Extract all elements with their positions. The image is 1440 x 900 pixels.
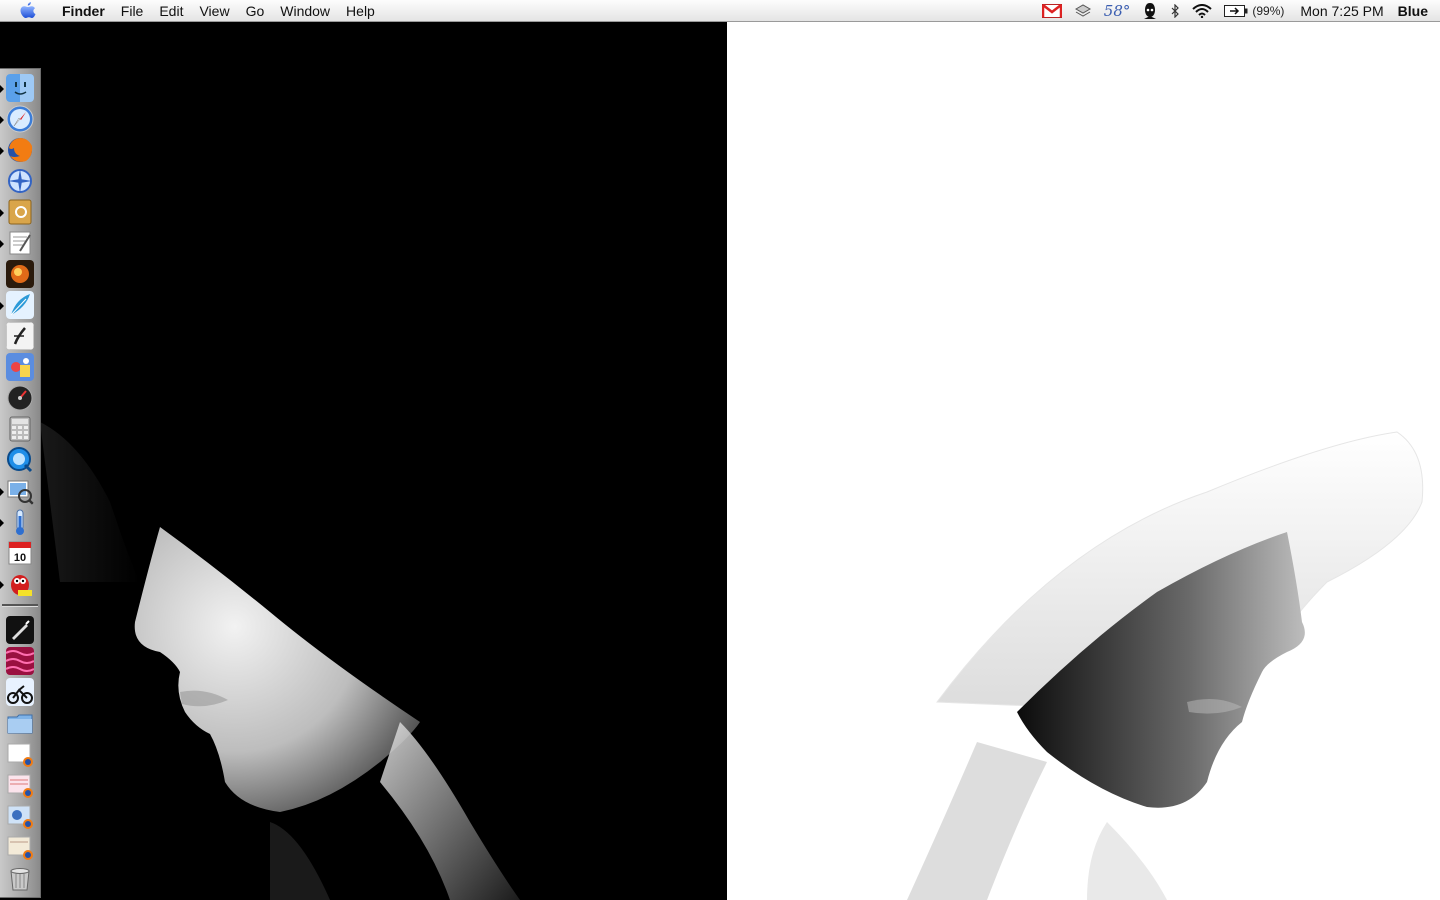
calculator-icon bbox=[9, 416, 31, 442]
dock: 10 bbox=[0, 68, 41, 898]
folder-icon bbox=[7, 714, 33, 734]
battery-percentage[interactable]: (99%) bbox=[1252, 0, 1284, 22]
speedometer-icon bbox=[7, 385, 33, 411]
dock-item-firefox-doc-1[interactable] bbox=[4, 739, 36, 769]
bluetooth-icon[interactable] bbox=[1170, 0, 1180, 22]
camino-icon bbox=[8, 169, 32, 193]
menu-go[interactable]: Go bbox=[238, 0, 273, 22]
menu-help[interactable]: Help bbox=[338, 0, 383, 22]
dock-item-pattern[interactable] bbox=[4, 646, 36, 676]
running-indicator bbox=[0, 85, 4, 93]
app-menu-finder[interactable]: Finder bbox=[54, 0, 113, 22]
dock-item-firefox-doc-3[interactable] bbox=[4, 801, 36, 831]
dock-item-ical[interactable]: 10 bbox=[4, 538, 36, 568]
running-indicator bbox=[0, 240, 4, 248]
apple-menu-icon[interactable] bbox=[18, 1, 38, 21]
dock-item-game[interactable] bbox=[4, 352, 36, 382]
menu-view[interactable]: View bbox=[191, 0, 237, 22]
thermometer-icon bbox=[16, 509, 24, 535]
dock-item-speedometer[interactable] bbox=[4, 383, 36, 413]
wallpaper-face-light bbox=[727, 22, 1440, 900]
running-indicator bbox=[0, 116, 4, 124]
incognito-icon[interactable] bbox=[1142, 0, 1158, 22]
quicktime-icon bbox=[7, 447, 33, 473]
game-icon bbox=[6, 353, 34, 381]
wallpaper-light-panel bbox=[727, 22, 1440, 900]
dock-item-quicktime[interactable] bbox=[4, 445, 36, 475]
dock-item-preview[interactable] bbox=[4, 476, 36, 506]
weather-temperature[interactable]: 58° bbox=[1104, 0, 1131, 22]
dock-item-feather[interactable] bbox=[4, 290, 36, 320]
safari-icon bbox=[6, 105, 34, 133]
running-indicator bbox=[0, 488, 4, 496]
photo-app-icon bbox=[6, 260, 34, 288]
pattern-icon bbox=[6, 647, 34, 675]
dock-item-adium[interactable] bbox=[4, 569, 36, 599]
menu-window[interactable]: Window bbox=[272, 0, 338, 22]
fast-user-switch-name[interactable]: Blue bbox=[1398, 3, 1428, 19]
running-indicator bbox=[0, 581, 4, 589]
menu-bar: Finder File Edit View Go Window Help 58°… bbox=[0, 0, 1440, 22]
dock-item-textedit[interactable] bbox=[4, 228, 36, 258]
dock-item-documents-folder[interactable] bbox=[4, 708, 36, 738]
firefox-doc-icon bbox=[7, 836, 33, 860]
menu-edit[interactable]: Edit bbox=[151, 0, 191, 22]
dock-item-trash[interactable] bbox=[4, 863, 36, 893]
firefox-doc-icon bbox=[7, 774, 33, 798]
running-indicator bbox=[0, 519, 4, 527]
gmail-icon[interactable] bbox=[1041, 0, 1062, 22]
dock-item-address-book[interactable] bbox=[4, 197, 36, 227]
feather-icon bbox=[6, 291, 34, 319]
script-icon bbox=[6, 322, 34, 350]
dock-item-motorbike[interactable] bbox=[4, 677, 36, 707]
wallpaper-dark-panel bbox=[0, 22, 727, 900]
firefox-doc-icon bbox=[7, 805, 33, 829]
dock-item-camino[interactable] bbox=[4, 166, 36, 196]
textedit-icon bbox=[9, 231, 31, 255]
ical-day: 10 bbox=[14, 552, 26, 564]
dock-item-finder[interactable] bbox=[4, 73, 36, 103]
menu-file[interactable]: File bbox=[113, 0, 152, 22]
desktop[interactable]: 10 bbox=[0, 22, 1440, 900]
wifi-icon[interactable] bbox=[1192, 0, 1213, 22]
dock-item-firefox-doc-2[interactable] bbox=[4, 770, 36, 800]
sync-icon[interactable] bbox=[1074, 0, 1092, 22]
dock-item-safari[interactable] bbox=[4, 104, 36, 134]
running-indicator bbox=[0, 147, 4, 155]
firefox-icon bbox=[8, 138, 33, 162]
pen-icon bbox=[6, 616, 34, 644]
running-indicator bbox=[0, 209, 4, 217]
adium-icon bbox=[11, 575, 32, 596]
finder-icon bbox=[6, 74, 34, 102]
wallpaper-face-dark bbox=[0, 22, 727, 900]
preview-icon bbox=[7, 480, 34, 505]
menubar-clock[interactable]: Mon 7:25 PM bbox=[1300, 3, 1383, 19]
firefox-doc-icon bbox=[7, 743, 33, 767]
dock-separator bbox=[2, 604, 38, 607]
dock-item-firefox-doc-4[interactable] bbox=[4, 832, 36, 862]
dock-item-script[interactable] bbox=[4, 321, 36, 351]
running-indicator bbox=[0, 302, 4, 310]
dock-item-photo-app[interactable] bbox=[4, 259, 36, 289]
address-book-icon bbox=[8, 199, 32, 225]
dock-item-calculator[interactable] bbox=[4, 414, 36, 444]
ical-icon: 10 bbox=[8, 541, 32, 565]
dock-item-thermometer[interactable] bbox=[4, 507, 36, 537]
dock-item-pen-doc[interactable] bbox=[4, 615, 36, 645]
motorbike-icon bbox=[6, 678, 34, 706]
dock-item-firefox[interactable] bbox=[4, 135, 36, 165]
trash-icon bbox=[10, 868, 30, 891]
battery-icon[interactable] bbox=[1224, 0, 1248, 22]
